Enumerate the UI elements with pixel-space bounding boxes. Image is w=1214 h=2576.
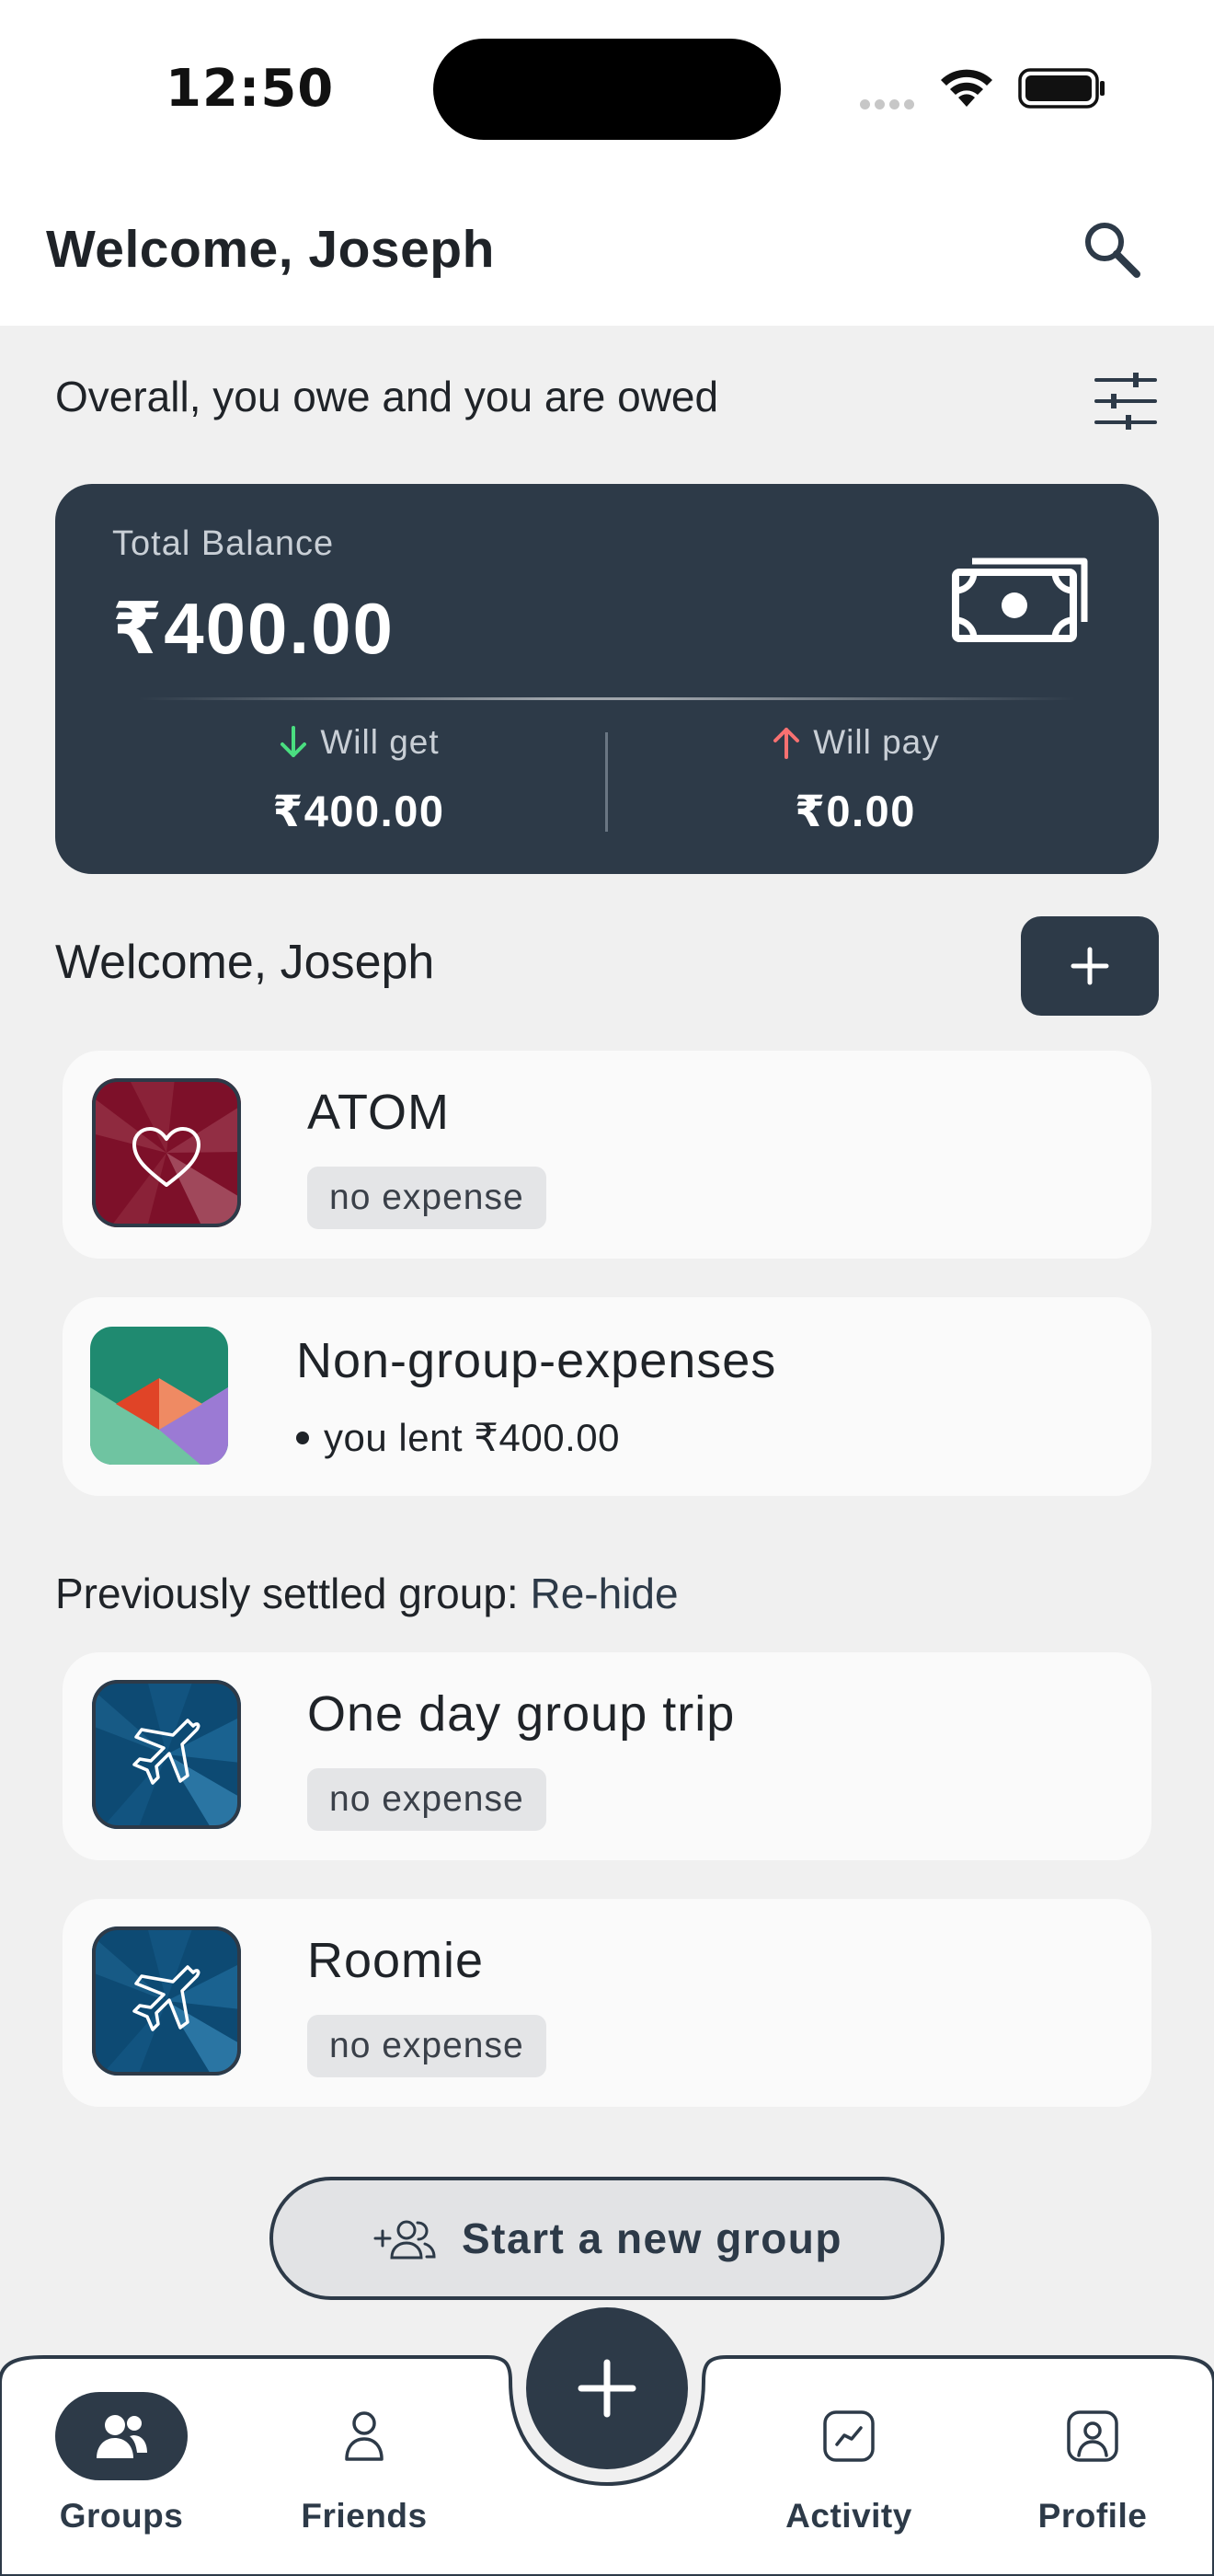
will-pay-section: Will pay ₹0.00	[625, 723, 1085, 837]
group-thumbnail	[90, 1327, 228, 1465]
add-expense-button[interactable]	[526, 2307, 688, 2469]
start-new-group-label: Start a new group	[462, 2214, 842, 2262]
group-name: ATOM	[307, 1085, 451, 1140]
will-get-label: Will get	[320, 723, 440, 761]
group-card-roomie[interactable]: Roomie no expense	[63, 1899, 1151, 2107]
add-group-button[interactable]	[1021, 916, 1159, 1016]
nav-activity-label: Activity	[785, 2497, 912, 2535]
add-user-group-icon	[373, 2220, 436, 2260]
group-summary-text: you lent ₹400.00	[324, 1416, 620, 1459]
balance-divider	[138, 697, 1076, 700]
group-summary: you lent ₹400.00	[296, 1415, 620, 1460]
will-get-amount: ₹400.00	[272, 787, 445, 835]
arrow-up-icon	[773, 728, 800, 759]
bottom-navigation: Groups Friends Activity Profile	[0, 2300, 1214, 2576]
will-get-section: Will get ₹400.00	[129, 723, 589, 837]
page-title: Welcome, Joseph	[46, 220, 495, 279]
activity-icon	[823, 2410, 875, 2462]
total-balance-amount: ₹400.00	[112, 588, 395, 669]
group-card-non-group-expenses[interactable]: Non-group-expenses you lent ₹400.00	[63, 1297, 1151, 1496]
bullet-icon	[296, 1431, 309, 1444]
group-name: One day group trip	[307, 1686, 736, 1742]
nav-activity-pill	[783, 2392, 915, 2480]
plus-icon	[578, 2359, 636, 2418]
group-thumbnail	[92, 1078, 241, 1227]
groups-icon	[97, 2415, 147, 2458]
group-thumbnail	[92, 1926, 241, 2076]
battery-icon	[1018, 68, 1105, 109]
nav-friends-pill	[298, 2392, 430, 2480]
nav-profile-pill	[1026, 2392, 1159, 2480]
nav-groups[interactable]: Groups	[29, 2392, 213, 2536]
settled-groups-header: Previously settled group: Re-hide	[55, 1569, 679, 1618]
group-card-atom[interactable]: ATOM no expense	[63, 1051, 1151, 1259]
nav-profile[interactable]: Profile	[1001, 2392, 1185, 2536]
overview-title: Overall, you owe and you are owed	[55, 373, 719, 420]
status-badge: no expense	[307, 1768, 546, 1831]
filter-icon[interactable]	[1093, 371, 1159, 431]
re-hide-link[interactable]: Re-hide	[531, 1570, 679, 1617]
arrow-down-icon	[281, 726, 307, 757]
app-bar: Welcome, Joseph	[0, 184, 1214, 326]
status-time: 12:50	[166, 59, 335, 119]
nav-friends-label: Friends	[301, 2497, 428, 2535]
friend-icon	[345, 2411, 384, 2461]
groups-section-title: Welcome, Joseph	[55, 936, 435, 989]
nav-groups-pill	[55, 2392, 188, 2480]
group-name: Non-group-expenses	[296, 1333, 777, 1388]
group-thumbnail	[92, 1680, 241, 1829]
will-pay-amount: ₹0.00	[795, 787, 916, 835]
cash-icon	[952, 558, 1088, 642]
search-icon[interactable]	[1080, 217, 1144, 282]
status-icons	[860, 63, 1108, 109]
group-card-one-day-group-trip[interactable]: One day group trip no expense	[63, 1652, 1151, 1860]
status-badge: no expense	[307, 2015, 546, 2077]
total-balance-label: Total Balance	[112, 524, 335, 563]
wifi-icon	[941, 69, 992, 107]
status-badge: no expense	[307, 1167, 546, 1229]
envelope-icon	[90, 1327, 228, 1465]
signal-icon	[860, 98, 919, 114]
nav-groups-label: Groups	[59, 2497, 184, 2535]
dynamic-island	[433, 39, 781, 140]
nav-friends[interactable]: Friends	[272, 2392, 456, 2536]
status-bar: 12:50	[0, 0, 1214, 184]
balance-card: Total Balance ₹400.00 Will get ₹400.00 W…	[55, 484, 1159, 874]
plus-icon	[1071, 947, 1109, 985]
balance-vertical-divider	[605, 732, 608, 832]
settled-label: Previously settled group:	[55, 1570, 519, 1617]
group-name: Roomie	[307, 1933, 485, 1988]
nav-activity[interactable]: Activity	[757, 2392, 941, 2536]
nav-profile-label: Profile	[1037, 2497, 1148, 2535]
will-pay-label: Will pay	[813, 723, 940, 761]
start-new-group-button[interactable]: Start a new group	[269, 2177, 945, 2300]
profile-icon	[1067, 2410, 1118, 2462]
